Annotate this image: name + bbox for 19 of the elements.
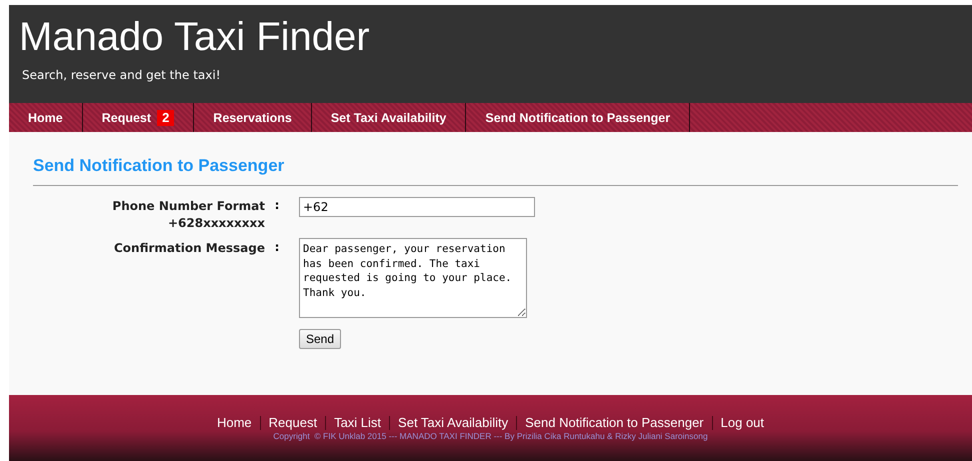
send-button[interactable]: Send <box>299 329 342 349</box>
message-textarea[interactable]: Dear passenger, your reservation has been confirmed. The taxi requested is going to your place. Thank you. <box>299 238 527 318</box>
footer-link[interactable]: Home <box>208 415 260 430</box>
colon-separator: : <box>274 197 280 214</box>
footer-link[interactable]: Taxi List <box>326 415 390 430</box>
phone-input[interactable]: +62 <box>299 197 535 217</box>
site-tagline: Search, reserve and get the taxi! <box>21 68 222 82</box>
field-label: Confirmation Message <box>114 240 265 257</box>
count-badge: 2 <box>157 110 174 126</box>
footer-link[interactable]: Send Notification to Passenger <box>517 415 712 430</box>
copyright-text: Copyright © FIK Unklab 2015 --- MANADO TAXI FINDER --- By Prizilia Cika Runtukahu & Rizky Juliani Saroinsong <box>273 431 708 441</box>
footer-link[interactable]: Request <box>260 415 326 430</box>
field-label: Phone Number Format <box>112 198 265 215</box>
footer-link[interactable]: Set Taxi Availability <box>390 415 516 430</box>
format-hint: +628xxxxxxxx <box>168 215 265 232</box>
page-title: Send Notification to Passenger <box>33 132 958 186</box>
footer-link[interactable]: Log out <box>712 415 772 430</box>
site-title: Manado Taxi Finder <box>19 14 371 60</box>
colon-separator: : <box>274 239 280 256</box>
